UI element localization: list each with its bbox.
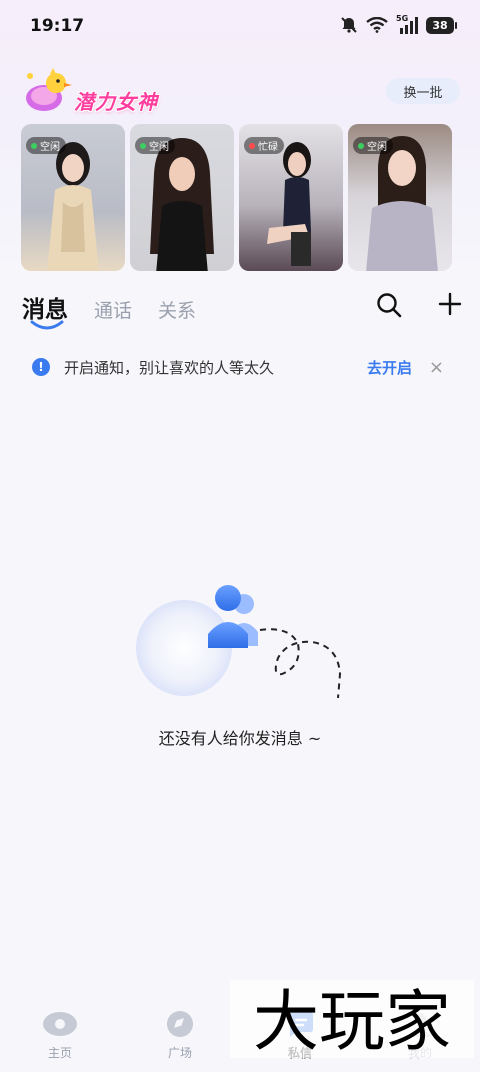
status-badge: 忙碌	[244, 137, 284, 154]
close-icon[interactable]: ×	[429, 357, 444, 378]
tab-calls[interactable]: 通话	[94, 296, 132, 323]
signal-5g-icon: 5G	[396, 14, 418, 34]
busy-dot-icon	[249, 142, 255, 149]
recommend-card[interactable]: 空闲	[21, 124, 125, 271]
tab-messages[interactable]: 消息	[22, 290, 68, 324]
refresh-button[interactable]: 换一批	[386, 78, 460, 104]
duck-mascot-icon	[26, 68, 72, 111]
nav-item-square[interactable]: 广场	[140, 1010, 220, 1061]
nav-label: 私信	[287, 1046, 312, 1060]
wifi-icon	[366, 17, 388, 33]
tab-active-indicator	[30, 320, 64, 330]
empty-messages-illustration	[136, 585, 342, 699]
message-tabs: 消息 通话 关系	[22, 288, 462, 338]
compass-icon	[167, 1011, 193, 1037]
empty-state-message: 还没有人给你发消息 ~	[158, 729, 322, 748]
idle-dot-icon	[358, 142, 364, 149]
section-title: 潜力女神	[74, 90, 158, 114]
idle-dot-icon	[31, 142, 37, 149]
status-label: 空闲	[149, 142, 169, 153]
nav-label: 主页	[47, 1046, 72, 1060]
profile-icon	[409, 1013, 431, 1037]
status-label: 空闲	[40, 142, 60, 153]
enable-notification-button[interactable]: 去开启	[367, 357, 412, 378]
nav-item-messages[interactable]: 私信	[260, 1010, 340, 1061]
status-label: 忙碌	[258, 142, 278, 153]
status-icons: 5G 38	[340, 14, 457, 34]
status-badge: 空闲	[353, 137, 393, 154]
tab-tools	[376, 292, 462, 318]
status-time: 19:17	[30, 16, 85, 36]
nav-item-home[interactable]: 主页	[20, 1010, 100, 1061]
nav-label: 广场	[167, 1046, 192, 1060]
nav-item-profile[interactable]: 我的	[380, 1010, 460, 1061]
status-bar: 19:17 5G 38	[0, 0, 480, 56]
tab-relations[interactable]: 关系	[158, 296, 196, 323]
home-icon	[43, 1012, 77, 1036]
nav-label: 我的	[407, 1046, 432, 1060]
notification-banner: ! 开启通知，别让喜欢的人等太久 去开启 ×	[22, 348, 458, 386]
status-badge: 空闲	[26, 137, 66, 154]
notification-text: 开启通知，别让喜欢的人等太久	[64, 358, 275, 377]
plus-icon[interactable]	[438, 292, 462, 316]
message-icon	[290, 1012, 313, 1037]
status-badge: 空闲	[135, 137, 175, 154]
info-icon: !	[32, 358, 50, 376]
recommend-card[interactable]: 空闲	[130, 124, 234, 271]
status-label: 空闲	[367, 142, 387, 153]
bottom-nav: 主页 广场 私信 我的	[0, 996, 480, 1072]
battery-icon: 38	[426, 16, 457, 34]
goddess-header: 潜力女神 换一批	[22, 66, 462, 116]
search-icon[interactable]	[376, 292, 402, 318]
recommend-card-list: 空闲 空闲 忙碌 空闲	[21, 124, 461, 272]
recommend-card[interactable]: 空闲	[348, 124, 452, 271]
mute-bell-icon	[341, 17, 357, 33]
idle-dot-icon	[140, 142, 146, 149]
recommend-card[interactable]: 忙碌	[239, 124, 343, 271]
